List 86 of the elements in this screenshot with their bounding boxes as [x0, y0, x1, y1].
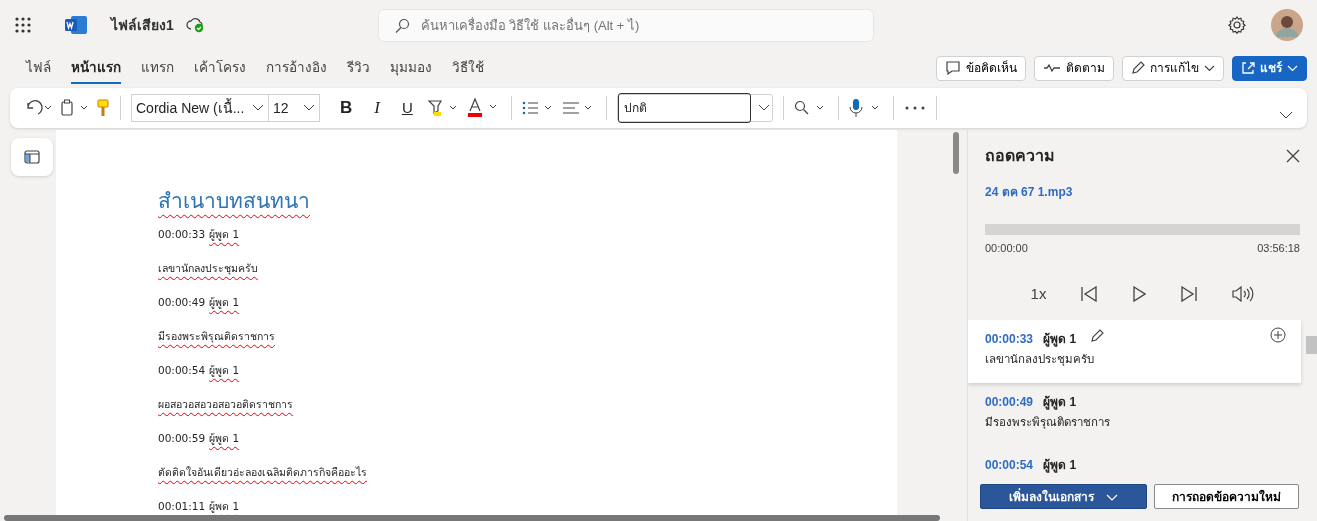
ribbon-tab[interactable]: การอ้างอิง [256, 51, 337, 85]
ribbon-tab[interactable]: รีวิว [337, 51, 380, 85]
audio-progress-track[interactable] [985, 223, 1300, 235]
underline-button[interactable]: U [401, 96, 413, 120]
timestamp-text: 00:00:54 [158, 363, 206, 376]
search-icon [393, 17, 410, 34]
pencil-icon [1131, 61, 1145, 75]
skip-forward-icon[interactable] [1180, 286, 1199, 302]
timestamp-link[interactable]: 00:00:54 [985, 456, 1034, 474]
add-icon[interactable] [1270, 327, 1286, 343]
play-icon[interactable] [1132, 286, 1147, 302]
transcript-text: เลขานักลงประชุมครับ [985, 352, 1095, 368]
transcript-entry[interactable]: 00:00:54 ผู้พูด 1 [968, 446, 1301, 480]
caret-icon [1204, 64, 1215, 72]
ribbon-tab[interactable]: หน้าแรก [61, 51, 131, 85]
bold-button[interactable]: B [340, 95, 353, 121]
ribbon-tab[interactable]: แทรก [131, 51, 184, 85]
transcript-text: ผอสอวอสอวอสอวอติดราชการ [158, 397, 293, 410]
timestamp-text: 00:00:59 [158, 431, 206, 444]
close-icon[interactable] [1286, 149, 1300, 163]
speaker-label: ผู้พูด 1 [209, 295, 240, 308]
transcript-entry[interactable]: 00:00:49 ผู้พูด 1 มีรองพระพิรุณติดราชการ [968, 383, 1301, 446]
side-panel-icon [24, 150, 40, 164]
panel-title: ถอดความ [985, 146, 1055, 166]
new-transcription-button[interactable]: การถอดข้อความใหม่ [1154, 484, 1299, 509]
volume-icon[interactable] [1232, 286, 1255, 302]
search-field[interactable]: ค้นหาเครื่องมือ วิธีใช้ และอื่นๆ (Alt + ไ) [377, 8, 874, 42]
transcript-text: ตัดติดใจอันเดียวอ่ะลองเฉลิมติดภารกิจคืออะไร [158, 465, 367, 478]
caret-icon [1106, 493, 1118, 501]
share-icon [1241, 61, 1255, 75]
speaker-label: ผู้พด 1 [209, 499, 240, 512]
document-heading: สำเนาบทสนทนา [158, 188, 310, 214]
document-title[interactable]: ไฟล์เสียง1 [111, 14, 174, 36]
playback-speed-button[interactable]: 1x [1030, 282, 1047, 306]
ribbon-tab[interactable]: วิธีใช้ [442, 51, 494, 85]
font-size-dropdown[interactable]: 12 [268, 94, 320, 122]
speaker-label: ผู้พูด 1 [209, 227, 240, 240]
comment-button[interactable]: ข้อคิดเห็น [936, 55, 1026, 81]
elapsed-time: 00:00:00 [985, 240, 1028, 256]
track-button[interactable]: ติดตาม [1034, 55, 1114, 81]
scrollbar-thumb[interactable] [953, 132, 959, 174]
timestamp-link[interactable]: 00:00:49 [985, 393, 1034, 411]
caret-icon [1287, 64, 1298, 72]
font-dropdown[interactable]: Cordia New (เนื้... [131, 94, 269, 122]
add-to-document-button[interactable]: เพิ่มลงในเอกสาร [980, 484, 1147, 509]
speaker-label: ผู้พูด 1 [209, 431, 240, 444]
speaker-label: ผู้พูด 1 [1043, 457, 1077, 474]
undo-button[interactable] [24, 100, 54, 116]
navigation-pane-button[interactable] [11, 138, 53, 176]
caret-icon [252, 104, 264, 112]
audio-file-link[interactable]: 24 ตค 67 1.mp3 [985, 185, 1073, 199]
italic-button[interactable]: I [374, 95, 380, 121]
transcript-entry-card[interactable]: 00:00:33 ผู้พูด 1 เลขานักลงประชุมครับ [968, 320, 1301, 383]
transcript-scrollbar-thumb[interactable] [1306, 336, 1317, 354]
transcript-text: มีรองพระพิรุณติดราชการ [158, 329, 275, 342]
timestamp-text: 00:00:49 [158, 295, 206, 308]
word-logo-icon [65, 16, 87, 34]
pulse-icon [1043, 63, 1061, 73]
more-options-icon[interactable] [903, 105, 926, 111]
ribbon-tab[interactable]: เค้าโครง [184, 51, 256, 85]
speech-bubble-icon [945, 61, 961, 75]
horizontal-scrollbar-thumb[interactable] [4, 515, 940, 521]
avatar[interactable] [1271, 9, 1303, 41]
caret-icon [303, 104, 315, 112]
timestamp-text: 00:01:11 [158, 499, 206, 512]
format-painter-icon[interactable] [96, 99, 110, 117]
app-launcher-icon[interactable] [14, 16, 32, 34]
transcript-text: มีรองพระพิรุณติดราชการ [985, 415, 1111, 431]
total-time: 03:56:18 [1257, 240, 1300, 256]
speaker-label: ผู้พูด 1 [1043, 331, 1077, 348]
speaker-label: ผู้พูด 1 [1043, 394, 1077, 411]
timestamp-text: 00:00:33 [158, 227, 206, 240]
speaker-label: ผู้พูด 1 [209, 363, 240, 376]
expand-ribbon-icon[interactable] [1279, 111, 1293, 119]
editing-button[interactable]: การแก้ไข [1122, 55, 1224, 81]
transcript-text: เลขานักลงประชุมครับ [158, 261, 258, 274]
paste-button[interactable] [60, 99, 90, 117]
settings-icon[interactable] [1227, 15, 1247, 35]
timestamp-link[interactable]: 00:00:33 [985, 330, 1034, 348]
share-button[interactable]: แชร์ [1232, 55, 1307, 81]
cloud-saved-icon [185, 17, 206, 33]
ribbon-tab[interactable]: มุมมอง [380, 51, 442, 85]
style-dropdown[interactable]: ปกติ [616, 94, 773, 122]
skip-back-icon[interactable] [1080, 286, 1099, 302]
ribbon-tab[interactable]: ไฟล์ [16, 51, 61, 85]
edit-icon[interactable] [1090, 329, 1105, 343]
